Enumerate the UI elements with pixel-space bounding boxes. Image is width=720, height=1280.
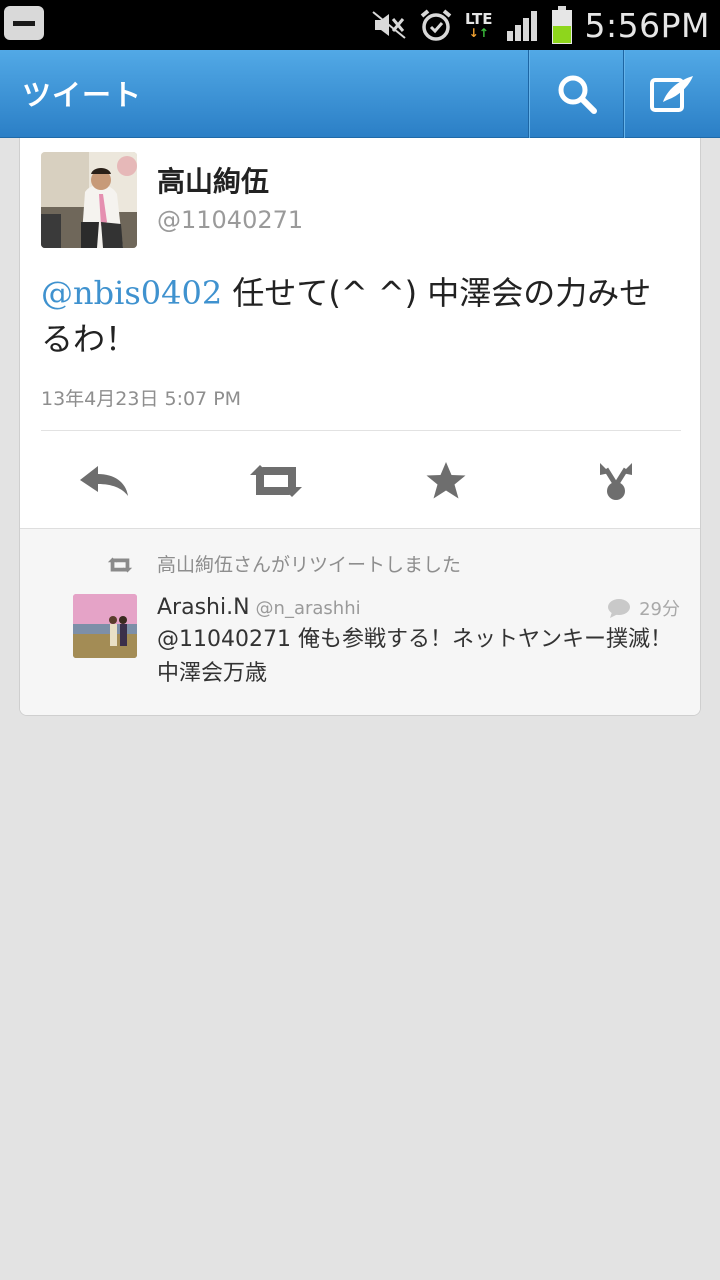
tweet-card: 高山絢伍 @11040271 @nbis0402 任せて(^ ^) 中澤会の力み…	[19, 138, 701, 716]
status-icons: LTE ↓↑ 5:56PM	[371, 0, 710, 50]
share-icon	[600, 463, 632, 500]
retweet-time-text: 29分	[639, 599, 680, 620]
retweet-small-icon	[106, 555, 134, 579]
alarm-icon	[419, 8, 453, 42]
divider	[528, 50, 530, 138]
tweet-timestamp: 13年4月23日 5:07 PM	[41, 388, 242, 410]
battery-icon	[551, 6, 573, 44]
muted-icon	[371, 10, 407, 40]
retweeted-user-handle[interactable]: @n_arashhi	[256, 598, 361, 619]
retweet-section[interactable]: 高山絢伍さんがリツイートしました Arashi.N @n_arashhi 29分 …	[20, 528, 700, 715]
user-handle[interactable]: @11040271	[157, 206, 303, 234]
search-button[interactable]	[531, 50, 623, 138]
avatar[interactable]	[41, 152, 137, 248]
retweet-icon	[250, 465, 302, 497]
avatar[interactable]	[73, 594, 137, 658]
retweeted-text: @11040271 俺も参戦する！ネットヤンキー撲滅！中澤会万歳	[157, 627, 672, 686]
clock: 5:56PM	[584, 5, 710, 45]
retweeted-user: Arashi.N @n_arashhi	[157, 595, 361, 620]
search-icon	[558, 75, 597, 114]
star-icon	[426, 462, 466, 499]
user-name[interactable]: 高山絢伍	[157, 160, 269, 200]
network-type: LTE	[464, 9, 493, 28]
retweeted-user-name[interactable]: Arashi.N	[157, 595, 250, 620]
retweet-button[interactable]	[244, 456, 308, 506]
favorite-button[interactable]	[414, 456, 478, 506]
signal-icon	[505, 9, 539, 41]
back-icon[interactable]	[4, 6, 44, 40]
tweet-text: @nbis0402 任せて(^ ^) 中澤会の力みせるわ！	[41, 270, 681, 362]
status-bar: LTE ↓↑ 5:56PM	[0, 0, 720, 50]
comment-icon	[608, 599, 631, 618]
retweet-time: 29分	[607, 595, 680, 621]
divider	[41, 430, 681, 431]
compose-icon	[650, 76, 693, 112]
mention-link[interactable]: @nbis0402	[41, 274, 222, 312]
reply-button[interactable]	[72, 456, 136, 506]
divider	[623, 50, 625, 138]
compose-button[interactable]	[626, 50, 718, 138]
reply-icon	[80, 466, 128, 496]
lte-indicator: LTE ↓↑	[464, 9, 493, 40]
retweet-label: 高山絢伍さんがリツイートしました	[157, 554, 462, 576]
action-bar: ツイート	[0, 50, 720, 138]
page-title: ツイート	[22, 78, 143, 112]
share-button[interactable]	[584, 456, 648, 506]
